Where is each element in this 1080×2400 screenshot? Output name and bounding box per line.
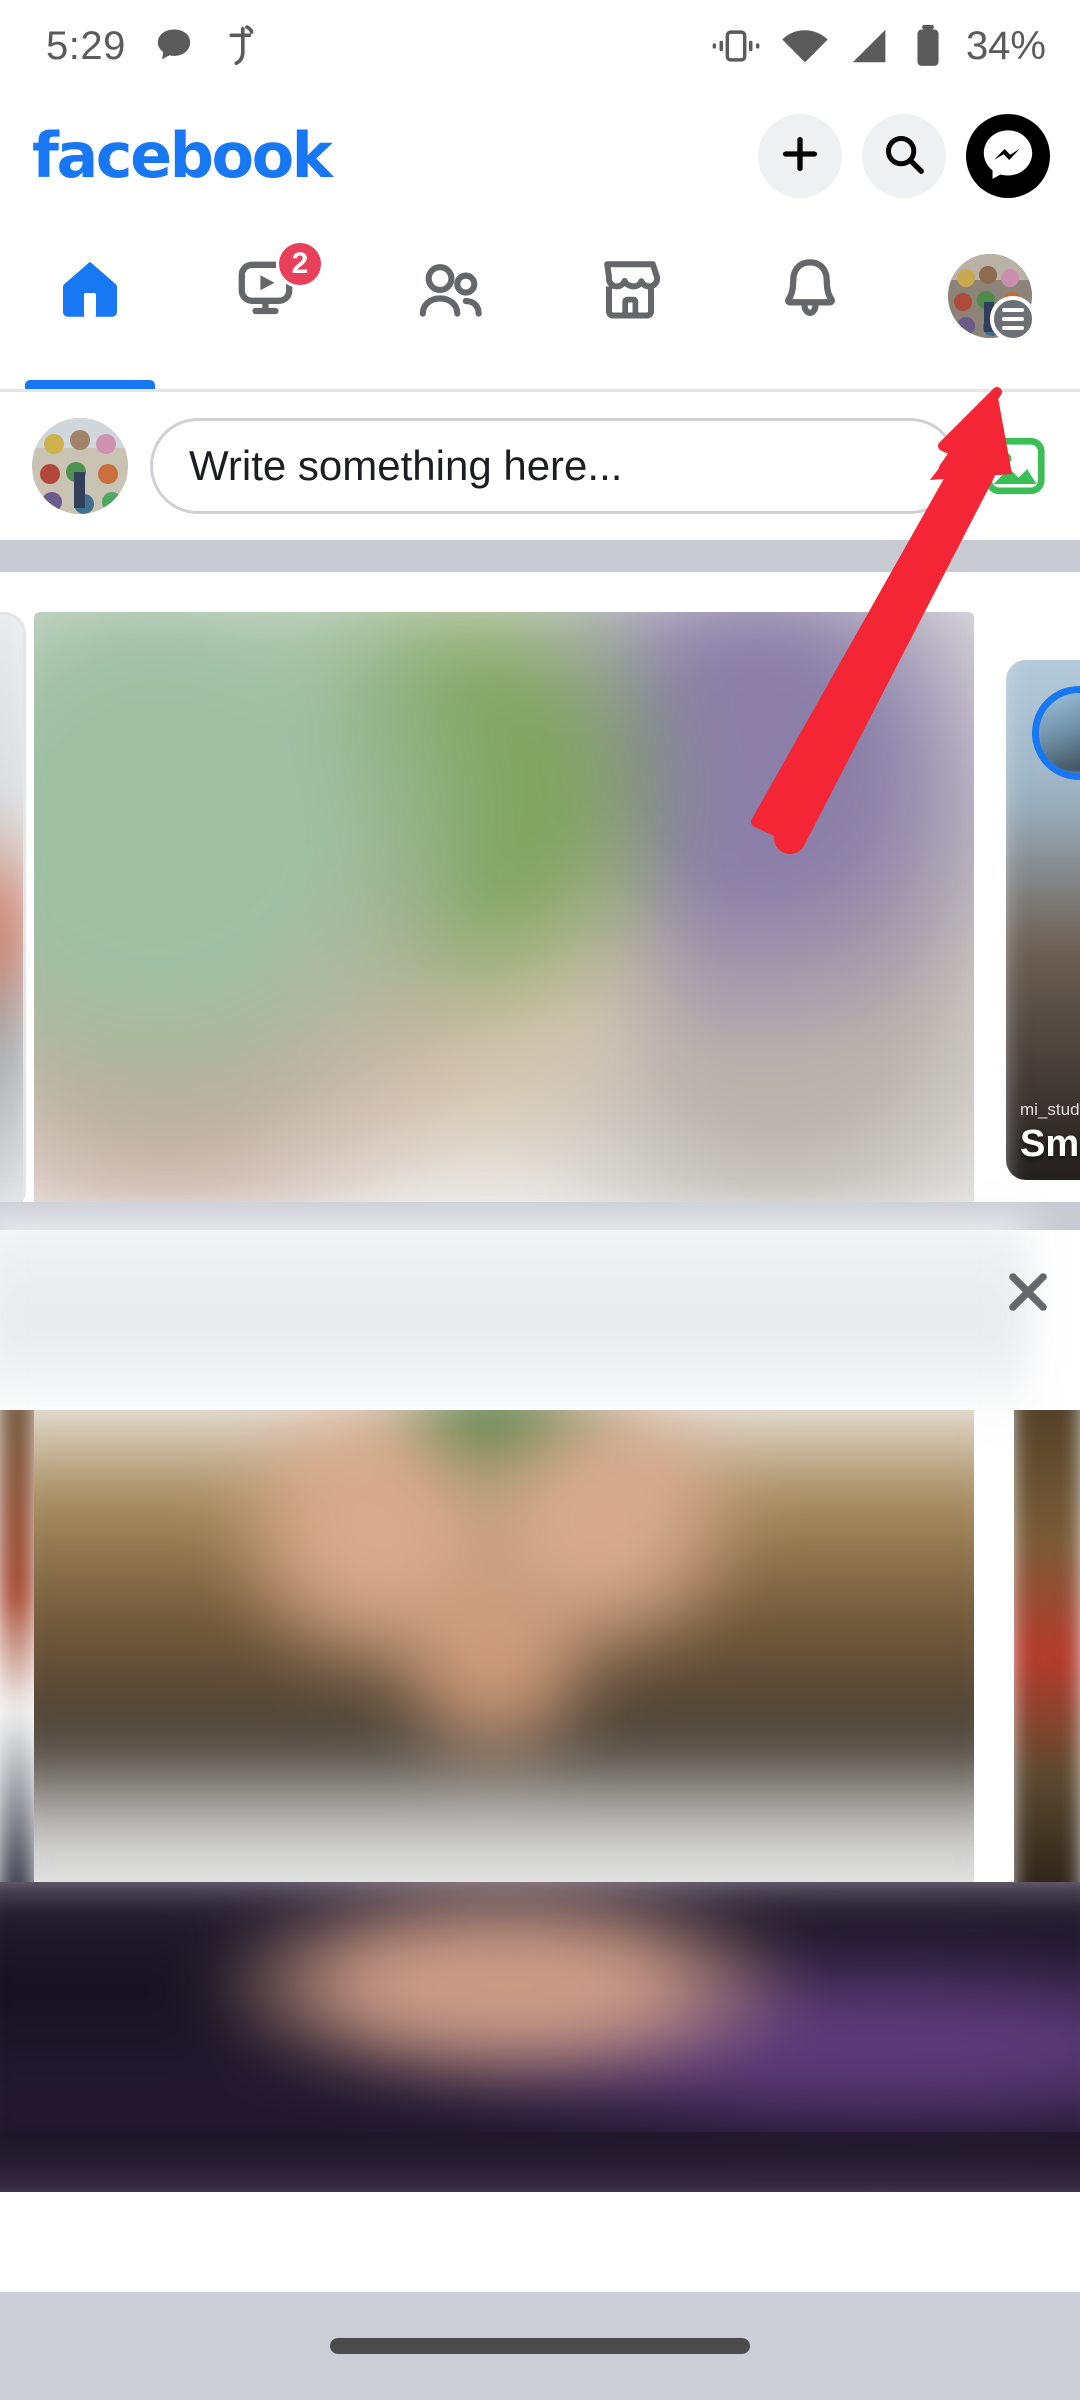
story-author-name: Smit: [1020, 1123, 1080, 1165]
feed-video-post-lower[interactable]: [0, 2132, 1080, 2192]
tab-home[interactable]: [0, 254, 180, 389]
vibrate-icon: [710, 24, 762, 68]
composer-input[interactable]: Write something here...: [150, 418, 958, 514]
hamburger-menu-badge-icon: [990, 296, 1036, 342]
create-post-button[interactable]: [758, 114, 842, 198]
search-icon: [881, 131, 927, 182]
status-clock: 5:29: [46, 23, 126, 68]
messenger-button[interactable]: [966, 114, 1050, 198]
post-composer: Write something here...: [0, 392, 1080, 540]
tab-profile-menu[interactable]: [900, 254, 1080, 389]
messenger-icon: [979, 125, 1037, 188]
stories-row[interactable]: mi_studio.1988 Smit: [0, 592, 1080, 1212]
feed-post-image[interactable]: [34, 612, 974, 1212]
story-watermark: mi_studio.1988: [1020, 1100, 1080, 1119]
cellular-signal-icon: [848, 24, 894, 68]
composer-user-avatar[interactable]: [32, 418, 128, 514]
news-feed[interactable]: mi_studio.1988 Smit: [0, 572, 1080, 2300]
tab-marketplace[interactable]: [540, 254, 720, 389]
tab-notifications[interactable]: [720, 254, 900, 389]
feed-side-thumbnail: [1014, 1410, 1080, 1882]
battery-percent: 34%: [965, 23, 1046, 68]
video-badge: 2: [276, 240, 324, 288]
feed-post-image[interactable]: [34, 1410, 974, 1882]
video-icon: 2: [234, 240, 324, 331]
tab-video[interactable]: 2: [180, 240, 360, 389]
active-tab-indicator: [25, 380, 155, 389]
system-navigation-bar: [0, 2292, 1080, 2400]
phonepe-icon: [222, 23, 262, 69]
story-card[interactable]: [0, 612, 26, 1212]
feed-card-preview: [0, 1219, 1031, 1421]
header-actions: [758, 114, 1050, 198]
section-divider: [0, 540, 1080, 572]
feed-side-thumbnail: [0, 1410, 34, 1882]
home-icon: [54, 254, 126, 331]
story-thumbnail: [0, 615, 23, 1209]
friends-icon: [412, 254, 488, 335]
marketplace-icon: [594, 254, 666, 331]
battery-icon: [912, 23, 944, 69]
status-bar: 5:29 34%: [0, 0, 1080, 92]
search-button[interactable]: [862, 114, 946, 198]
plus-icon: [777, 131, 823, 182]
home-gesture-pill[interactable]: [330, 2338, 750, 2354]
facebook-logo[interactable]: facebook: [32, 125, 333, 187]
tab-friends[interactable]: [360, 254, 540, 389]
bell-icon: [774, 254, 846, 331]
story-card[interactable]: mi_studio.1988 Smit: [1006, 660, 1080, 1180]
phone-screen: 5:29 34% facebook 2 Write something here…: [0, 0, 1080, 2400]
photo-icon[interactable]: [980, 431, 1050, 501]
story-avatar-ring: [1032, 686, 1080, 780]
main-tab-bar: 2: [0, 220, 1080, 392]
feed-card-header: [0, 1219, 1031, 1421]
post-thumbnail: [34, 1410, 974, 1882]
chat-bubble-icon: [152, 24, 196, 68]
wifi-icon: [780, 24, 830, 68]
app-header: facebook: [0, 92, 1080, 220]
post-thumbnail: [34, 612, 974, 1212]
status-bar-right: 34%: [710, 23, 1046, 69]
close-icon[interactable]: [1000, 1264, 1056, 1320]
status-bar-left: 5:29: [46, 23, 262, 69]
